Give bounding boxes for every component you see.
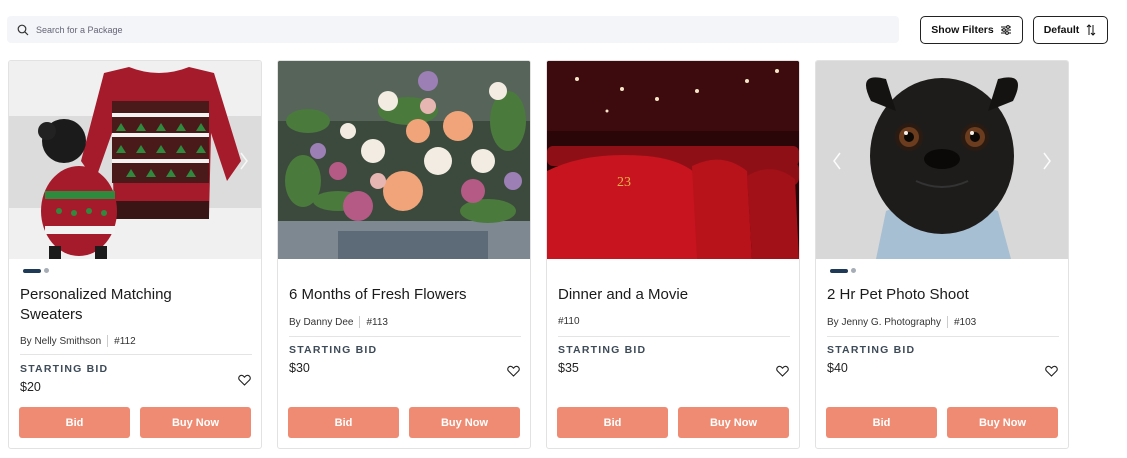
show-filters-button[interactable]: Show Filters bbox=[920, 16, 1023, 44]
package-card[interactable]: 2 Hr Pet Photo Shoot By Jenny G. Photogr… bbox=[815, 60, 1069, 449]
search-bar bbox=[7, 16, 899, 43]
package-card[interactable]: Personalized Matching Sweaters By Nelly … bbox=[8, 60, 262, 449]
carousel-dots[interactable] bbox=[830, 268, 856, 273]
donor-name: By Danny Dee bbox=[289, 316, 354, 328]
card-meta: By Jenny G. Photography #103 bbox=[827, 316, 976, 328]
card-title[interactable]: Personalized Matching Sweaters bbox=[20, 285, 250, 325]
package-id: #113 bbox=[366, 316, 388, 328]
heart-icon[interactable] bbox=[507, 365, 520, 377]
donor-name: By Jenny G. Photography bbox=[827, 316, 941, 328]
carousel-dot[interactable] bbox=[851, 268, 856, 273]
package-card[interactable]: 23 Dinner and a Movie #110 STARTING BID … bbox=[546, 60, 800, 449]
cinema-seats-image[interactable]: 23 bbox=[547, 61, 799, 259]
heart-icon[interactable] bbox=[238, 374, 251, 386]
sliders-icon bbox=[1000, 25, 1011, 35]
package-id: #110 bbox=[558, 316, 580, 327]
sort-label: Default bbox=[1043, 24, 1080, 36]
card-meta: #110 bbox=[558, 316, 580, 327]
christmas-sweater-dog-image[interactable] bbox=[9, 61, 261, 259]
card-meta: By Nelly Smithson #112 bbox=[20, 335, 136, 347]
divider bbox=[827, 336, 1059, 337]
bid-button[interactable]: Bid bbox=[19, 407, 130, 438]
carousel-dot-active[interactable] bbox=[830, 268, 848, 273]
card-title-line: Sweaters bbox=[20, 306, 83, 323]
card-title[interactable]: 2 Hr Pet Photo Shoot bbox=[827, 285, 1057, 305]
carousel-dots[interactable] bbox=[23, 268, 49, 273]
meta-divider bbox=[107, 335, 109, 347]
sort-arrows-icon bbox=[1086, 24, 1096, 36]
starting-bid-label: STARTING BID bbox=[827, 344, 916, 356]
carousel-dot-active[interactable] bbox=[23, 268, 41, 273]
starting-bid-price: $30 bbox=[289, 361, 310, 375]
starting-bid-price: $20 bbox=[20, 380, 41, 394]
buy-now-button[interactable]: Buy Now bbox=[140, 407, 251, 438]
pug-photo-image[interactable] bbox=[816, 61, 1068, 259]
meta-divider bbox=[359, 316, 361, 328]
carousel-dot[interactable] bbox=[44, 268, 49, 273]
divider bbox=[289, 336, 521, 337]
card-title[interactable]: 6 Months of Fresh Flowers bbox=[289, 285, 519, 305]
card-meta: By Danny Dee #113 bbox=[289, 316, 388, 328]
starting-bid-label: STARTING BID bbox=[289, 344, 378, 356]
card-title[interactable]: Dinner and a Movie bbox=[558, 285, 788, 305]
divider bbox=[558, 336, 790, 337]
buy-now-button[interactable]: Buy Now bbox=[947, 407, 1058, 438]
donor-name: By Nelly Smithson bbox=[20, 335, 102, 347]
bid-button[interactable]: Bid bbox=[288, 407, 399, 438]
search-icon bbox=[17, 24, 29, 35]
sort-button[interactable]: Default bbox=[1033, 16, 1108, 44]
package-id: #112 bbox=[114, 335, 136, 347]
svg-text:23: 23 bbox=[617, 175, 631, 190]
flowers-bouquet-image[interactable] bbox=[278, 61, 530, 259]
package-card[interactable]: 6 Months of Fresh Flowers By Danny Dee #… bbox=[277, 60, 531, 449]
starting-bid-label: STARTING BID bbox=[20, 363, 109, 375]
buy-now-button[interactable]: Buy Now bbox=[409, 407, 520, 438]
heart-icon[interactable] bbox=[776, 365, 789, 377]
starting-bid-price: $35 bbox=[558, 361, 579, 375]
show-filters-label: Show Filters bbox=[931, 24, 994, 36]
starting-bid-price: $40 bbox=[827, 361, 848, 375]
buy-now-button[interactable]: Buy Now bbox=[678, 407, 789, 438]
bid-button[interactable]: Bid bbox=[826, 407, 937, 438]
card-title-line: Personalized Matching bbox=[20, 286, 172, 303]
meta-divider bbox=[946, 316, 948, 328]
divider bbox=[20, 354, 252, 355]
bid-button[interactable]: Bid bbox=[557, 407, 668, 438]
search-input[interactable] bbox=[36, 24, 896, 35]
heart-icon[interactable] bbox=[1045, 365, 1058, 377]
package-id: #103 bbox=[953, 316, 977, 328]
starting-bid-label: STARTING BID bbox=[558, 344, 647, 356]
